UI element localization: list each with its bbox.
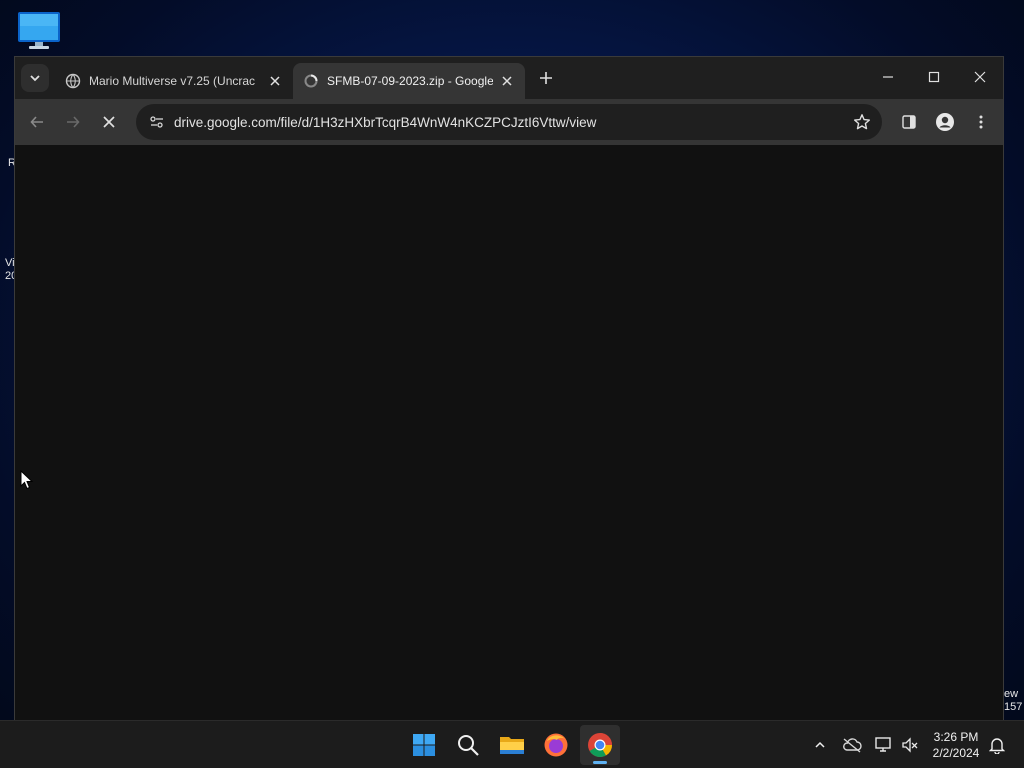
file-explorer-button[interactable] (492, 725, 532, 765)
chrome-window: Mario Multiverse v7.25 (Uncrac SFMB-07-0… (14, 56, 1004, 721)
clock-date: 2/2/2024 (932, 746, 980, 760)
tab-search-button[interactable] (21, 64, 49, 92)
chevron-up-icon (815, 741, 825, 748)
onedrive-tray-button[interactable] (840, 733, 864, 757)
browser-toolbar: drive.google.com/file/d/1H3zHXbrTcqrB4Wn… (15, 99, 1003, 145)
plus-icon (540, 72, 552, 84)
close-tab-icon[interactable] (267, 73, 283, 89)
network-icon (875, 737, 891, 752)
avatar-icon (936, 113, 954, 131)
chrome-taskbar-button[interactable] (580, 725, 620, 765)
minimize-icon (883, 76, 893, 78)
firefox-icon (544, 733, 568, 757)
side-panel-icon (902, 115, 916, 129)
search-icon (458, 735, 479, 756)
chevron-down-icon (30, 75, 40, 82)
show-hidden-icons-button[interactable] (808, 733, 832, 757)
profile-button[interactable] (931, 108, 959, 136)
tab-title: SFMB-07-09-2023.zip - Google (327, 74, 493, 88)
start-button[interactable] (404, 725, 444, 765)
file-explorer-icon (500, 737, 524, 754)
maximize-button[interactable] (911, 61, 957, 93)
notifications-button[interactable] (985, 733, 1009, 757)
taskbar-clock[interactable]: 3:26 PM 2/2/2024 (924, 729, 988, 761)
arrow-right-icon (67, 116, 80, 128)
menu-button[interactable] (967, 108, 995, 136)
volume-muted-icon (902, 737, 918, 753)
desktop-edge-label: ew 157 (1004, 688, 1023, 713)
side-panel-button[interactable] (895, 108, 923, 136)
volume-tray-button[interactable] (898, 733, 922, 757)
stop-loading-button[interactable] (95, 108, 123, 136)
bell-icon (989, 738, 1005, 754)
arrow-left-icon (30, 116, 43, 128)
taskbar: 3:26 PM 2/2/2024 (0, 720, 1024, 768)
active-app-indicator (593, 761, 607, 764)
firefox-button[interactable] (536, 725, 576, 765)
windows-start-icon (413, 734, 435, 756)
network-tray-button[interactable] (872, 733, 896, 757)
close-tab-icon[interactable] (499, 73, 515, 89)
taskbar-search-button[interactable] (448, 725, 488, 765)
forward-button[interactable] (59, 108, 87, 136)
back-button[interactable] (23, 108, 51, 136)
page-content-area[interactable] (15, 145, 1003, 721)
close-window-button[interactable] (957, 61, 1003, 93)
tab-sfmb-zip[interactable]: SFMB-07-09-2023.zip - Google (293, 63, 525, 99)
desktop-monitor-icon[interactable] (16, 10, 62, 50)
clock-time: 3:26 PM (933, 730, 979, 744)
address-bar[interactable]: drive.google.com/file/d/1H3zHXbrTcqrB4Wn… (136, 104, 882, 140)
minimize-button[interactable] (865, 61, 911, 93)
tab-mario-multiverse[interactable]: Mario Multiverse v7.25 (Uncrac (55, 63, 293, 99)
tab-title: Mario Multiverse v7.25 (Uncrac (89, 74, 256, 88)
cloud-offline-icon (843, 738, 862, 753)
mouse-cursor-icon (20, 469, 34, 495)
tab-strip: Mario Multiverse v7.25 (Uncrac SFMB-07-0… (15, 57, 1003, 99)
close-icon (974, 71, 986, 83)
globe-icon (65, 73, 81, 89)
chrome-icon (588, 733, 612, 758)
kebab-menu-icon (979, 115, 983, 129)
site-info-icon[interactable] (140, 104, 174, 140)
url-text[interactable]: drive.google.com/file/d/1H3zHXbrTcqrB4Wn… (174, 115, 596, 130)
new-tab-button[interactable] (533, 65, 559, 91)
stop-x-icon (103, 116, 115, 128)
bookmark-star-icon[interactable] (852, 112, 872, 132)
loading-spinner-icon (303, 73, 319, 89)
maximize-icon (928, 71, 940, 83)
